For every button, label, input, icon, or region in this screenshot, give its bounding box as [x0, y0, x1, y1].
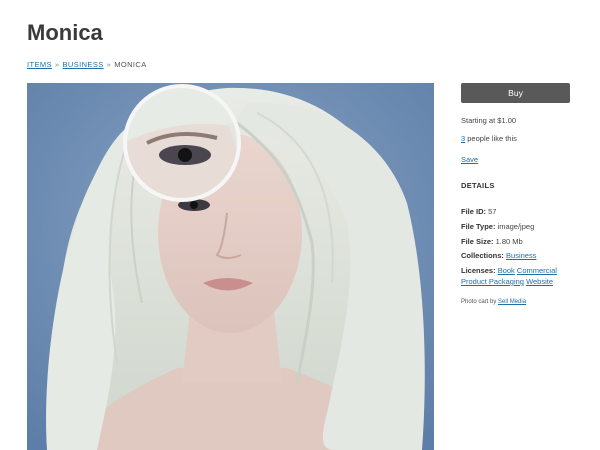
- credit-line: Photo cart by Sell Media: [461, 299, 526, 305]
- starting-price: Starting at $1.00: [461, 116, 517, 125]
- details-heading: DETAILS: [461, 181, 495, 190]
- file-type-value: image/jpeg: [497, 222, 535, 231]
- file-size-row: File Size: 1.80 Mb: [461, 237, 523, 246]
- file-type-row: File Type: image/jpeg: [461, 222, 534, 231]
- save-link[interactable]: Save: [461, 155, 478, 164]
- credit-link-sell-media[interactable]: Sell Media: [498, 299, 526, 305]
- credit-prefix: Photo cart by: [461, 299, 499, 305]
- file-id-label: File ID:: [461, 207, 487, 216]
- license-link-website[interactable]: Website: [526, 277, 553, 286]
- likes-line: 3 people like this: [461, 134, 517, 143]
- license-link-product-packaging[interactable]: Product Packaging: [461, 277, 524, 286]
- license-link-book[interactable]: Book: [498, 266, 515, 275]
- breadcrumb-separator: »: [54, 60, 60, 69]
- collections-label: Collections:: [461, 251, 504, 260]
- licenses-row: Licenses: Book Commercial: [461, 266, 557, 275]
- save-line: Save: [461, 155, 478, 164]
- breadcrumb-link-business[interactable]: BUSINESS: [63, 60, 104, 69]
- breadcrumb-link-items[interactable]: ITEMS: [27, 60, 52, 69]
- licenses-row-continued: Product Packaging Website: [461, 277, 553, 286]
- breadcrumb-separator: »: [106, 60, 112, 69]
- file-type-label: File Type:: [461, 222, 496, 231]
- license-link-commercial[interactable]: Commercial: [517, 266, 557, 275]
- file-size-value: 1.80 Mb: [495, 237, 523, 246]
- breadcrumb-current: MONICA: [114, 60, 147, 69]
- file-size-label: File Size:: [461, 237, 494, 246]
- product-photo[interactable]: [27, 83, 434, 450]
- product-sidebar: Buy Starting at $1.00 3 people like this…: [461, 83, 571, 305]
- collections-row: Collections: Business: [461, 251, 536, 260]
- buy-button[interactable]: Buy: [461, 83, 570, 103]
- licenses-label: Licenses:: [461, 266, 496, 275]
- breadcrumb: ITEMS» BUSINESS» MONICA: [27, 60, 147, 69]
- collection-link-business[interactable]: Business: [506, 251, 536, 260]
- page-title: Monica: [27, 20, 103, 45]
- file-id-value: 57: [488, 207, 497, 216]
- file-id-row: File ID: 57: [461, 207, 496, 216]
- likes-suffix: people like this: [465, 134, 517, 143]
